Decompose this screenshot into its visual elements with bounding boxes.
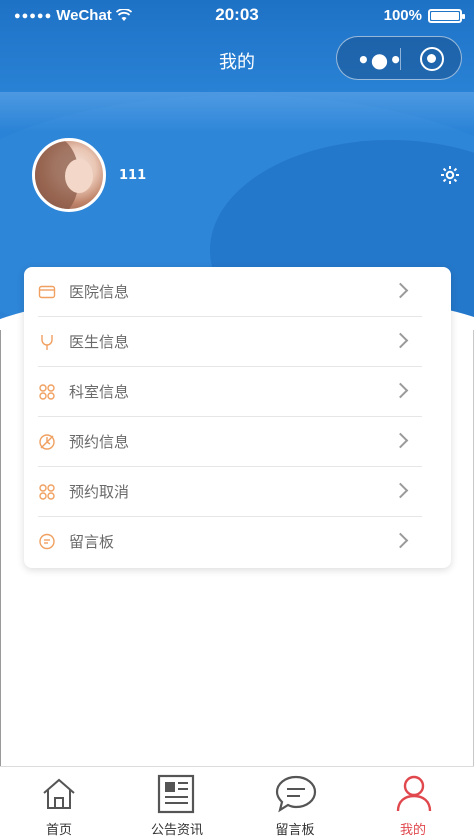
chevron-right-icon [392, 482, 409, 499]
chevron-right-icon [392, 332, 409, 349]
grid-icon [39, 384, 55, 400]
menu-item-appointment-info[interactable]: 预约信息 [38, 417, 436, 467]
settings-gear-icon[interactable] [438, 163, 462, 187]
battery-icon [428, 8, 465, 23]
tab-news[interactable]: 公告资讯 [118, 767, 236, 839]
close-miniprogram-icon[interactable] [420, 47, 444, 71]
miniprogram-capsule: •●• [336, 36, 462, 80]
status-bar: ●●●●● WeChat 20:03 100% [0, 0, 474, 32]
chevron-right-icon [392, 282, 409, 299]
chevron-right-icon [392, 532, 409, 549]
tab-home[interactable]: 首页 [0, 767, 118, 839]
tab-label: 留言板 [275, 823, 315, 838]
home-icon [43, 778, 75, 809]
menu-item-label: 预约信息 [69, 433, 130, 451]
menu-item-label: 留言板 [69, 533, 115, 551]
menu-item-label: 科室信息 [69, 383, 130, 401]
avatar[interactable] [32, 138, 106, 212]
grid-icon [39, 484, 55, 500]
tab-label: 首页 [45, 823, 72, 838]
menu-item-label: 医生信息 [69, 333, 130, 351]
tab-mine[interactable]: 我的 [354, 767, 472, 839]
menu-item-doctor-info[interactable]: 医生信息 [38, 317, 436, 367]
battery-percent: 100% [383, 7, 422, 24]
tab-label: 我的 [399, 823, 426, 838]
username: 111 [119, 168, 147, 183]
menu-item-department-info[interactable]: 科室信息 [38, 367, 436, 417]
tab-message-board[interactable]: 留言板 [236, 767, 354, 839]
menu-item-message-board[interactable]: 留言板 [38, 517, 436, 567]
news-icon [157, 774, 195, 814]
more-options-icon[interactable]: •●• [357, 48, 403, 72]
menu-item-appointment-cancel[interactable]: 预约取消 [38, 467, 436, 517]
menu-card: 医院信息 医生信息 科室信息 预约信息 预约取消 留言板 [24, 267, 451, 568]
bottom-tab-bar: 首页 公告资讯 留言板 我的 [0, 766, 474, 839]
chevron-right-icon [392, 382, 409, 399]
chat-icon [275, 775, 317, 813]
tab-label: 公告资讯 [150, 823, 203, 838]
card-icon [38, 285, 56, 299]
message-icon [39, 533, 55, 550]
menu-item-label: 预约取消 [69, 483, 130, 501]
menu-item-hospital-info[interactable]: 医院信息 [38, 267, 436, 317]
user-icon [396, 775, 432, 812]
appointment-icon [39, 434, 55, 450]
chevron-right-icon [392, 432, 409, 449]
menu-item-label: 医院信息 [69, 283, 130, 301]
doctor-icon [41, 335, 53, 350]
